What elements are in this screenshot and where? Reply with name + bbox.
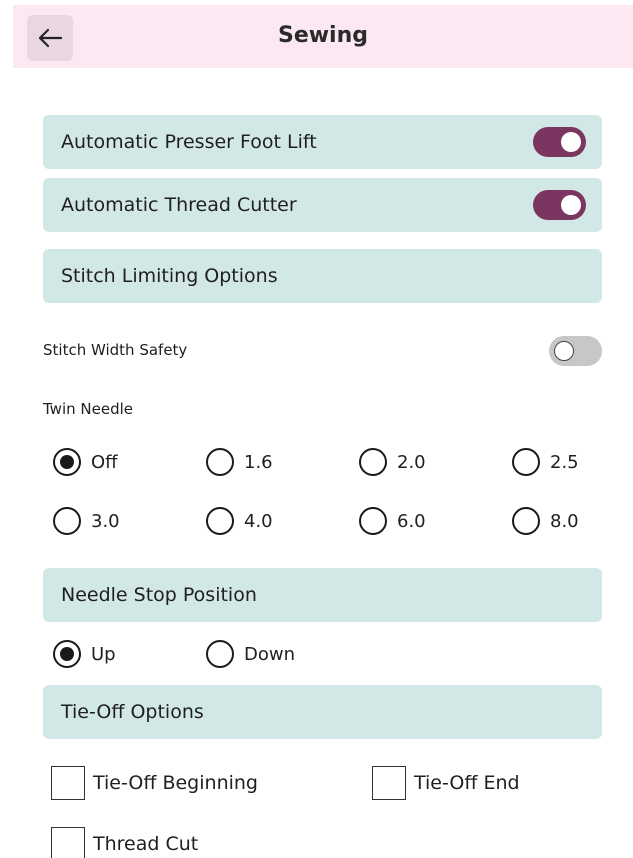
page-title: Sewing [277,23,369,48]
radio-label: Up [91,643,116,665]
toggle-knob [561,195,581,215]
app-header: Sewing [13,5,633,68]
radio-circle [53,640,81,668]
twin-needle-radio-6-0[interactable]: 6.0 [359,507,426,535]
tie-off-end-checkbox[interactable]: Tie-Off End [372,766,520,800]
radio-label: 3.0 [91,510,120,532]
radio-circle [359,507,387,535]
thread-cut-checkbox[interactable]: Thread Cut [51,827,198,858]
presser-foot-lift-row: Automatic Presser Foot Lift [43,115,602,169]
radio-circle [206,507,234,535]
toggle-knob [554,341,574,361]
radio-label: 8.0 [550,510,579,532]
radio-label: 2.0 [397,451,426,473]
stitch-width-safety-label: Stitch Width Safety [43,341,188,359]
tie-off-beginning-checkbox[interactable]: Tie-Off Beginning [51,766,258,800]
checkbox-box [51,766,85,800]
presser-foot-lift-toggle[interactable] [533,127,586,157]
checkbox-label: Tie-Off Beginning [93,772,258,794]
radio-label: Down [244,643,296,665]
tie-off-section: Tie-Off Options [43,685,602,739]
twin-needle-radio-off[interactable]: Off [53,448,118,476]
twin-needle-radio-2-0[interactable]: 2.0 [359,448,426,476]
twin-needle-radio-4-0[interactable]: 4.0 [206,507,273,535]
twin-needle-label: Twin Needle [43,400,133,418]
stitch-limiting-section: Stitch Limiting Options [43,249,602,303]
radio-label: 2.5 [550,451,579,473]
twin-needle-radio-3-0[interactable]: 3.0 [53,507,120,535]
needle-stop-heading: Needle Stop Position [61,584,257,606]
needle-stop-radio-up[interactable]: Up [53,640,116,668]
twin-needle-radio-2-5[interactable]: 2.5 [512,448,579,476]
thread-cutter-toggle[interactable] [533,190,586,220]
radio-circle [512,507,540,535]
radio-label: 1.6 [244,451,273,473]
radio-circle [53,448,81,476]
twin-needle-radio-1-6[interactable]: 1.6 [206,448,273,476]
radio-circle [359,448,387,476]
checkbox-label: Thread Cut [93,833,199,855]
checkbox-box [372,766,406,800]
needle-stop-section: Needle Stop Position [43,568,602,622]
radio-circle [53,507,81,535]
tie-off-heading: Tie-Off Options [61,701,204,723]
radio-label: 4.0 [244,510,273,532]
stitch-width-safety-toggle[interactable] [549,336,602,366]
radio-circle [206,448,234,476]
twin-needle-radio-8-0[interactable]: 8.0 [512,507,579,535]
radio-label: Off [91,451,118,473]
thread-cutter-row: Automatic Thread Cutter [43,178,602,232]
checkbox-label: Tie-Off End [414,772,520,794]
radio-label: 6.0 [397,510,426,532]
checkbox-box [51,827,85,858]
toggle-knob [561,132,581,152]
needle-stop-radio-down[interactable]: Down [206,640,295,668]
presser-foot-lift-label: Automatic Presser Foot Lift [61,131,317,153]
stitch-limiting-heading: Stitch Limiting Options [61,265,278,287]
radio-circle [512,448,540,476]
thread-cutter-label: Automatic Thread Cutter [61,194,297,216]
radio-circle [206,640,234,668]
